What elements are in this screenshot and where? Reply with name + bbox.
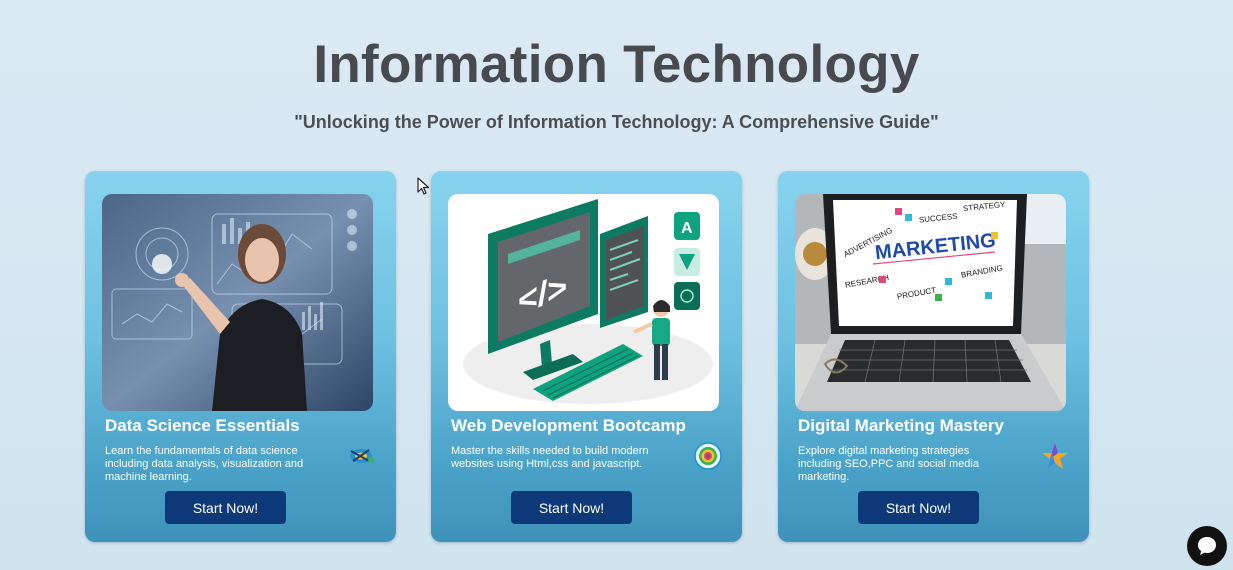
mouse-pointer-icon — [417, 177, 431, 200]
data-science-hologram-image — [102, 194, 373, 411]
chat-bubble-icon — [1198, 537, 1216, 555]
svg-text:A: A — [681, 220, 693, 237]
start-now-button[interactable]: Start Now! — [165, 491, 286, 524]
page-subtitle: "Unlocking the Power of Information Tech… — [294, 112, 939, 132]
page-title: Information Technology — [313, 35, 920, 94]
course-card-web-development: </> A Web Development Bootcamp Master th… — [431, 171, 742, 542]
card-title: Digital Marketing Mastery — [798, 416, 1004, 435]
web-development-illustration: </> A — [448, 194, 719, 411]
star-logo-icon — [1040, 441, 1070, 471]
card-description: Learn the fundamentals of data science i… — [105, 445, 304, 483]
card-title: Data Science Essentials — [105, 416, 300, 435]
tech-logo-icon — [347, 441, 377, 471]
target-icon — [693, 441, 723, 471]
card-description: Explore digital marketing strategies inc… — [798, 445, 979, 483]
card-description: Master the skills needed to build modern… — [451, 445, 649, 470]
start-now-button[interactable]: Start Now! — [858, 491, 979, 524]
course-card-digital-marketing: MARKETING STRATEGY SUCCESS ADVERTISING R… — [778, 171, 1089, 542]
chat-button[interactable] — [1187, 526, 1227, 566]
start-now-button[interactable]: Start Now! — [511, 491, 632, 524]
course-card-data-science: Data Science Essentials Learn the fundam… — [85, 171, 396, 542]
card-title: Web Development Bootcamp — [451, 416, 686, 435]
marketing-laptop-image: MARKETING STRATEGY SUCCESS ADVERTISING R… — [795, 194, 1066, 411]
